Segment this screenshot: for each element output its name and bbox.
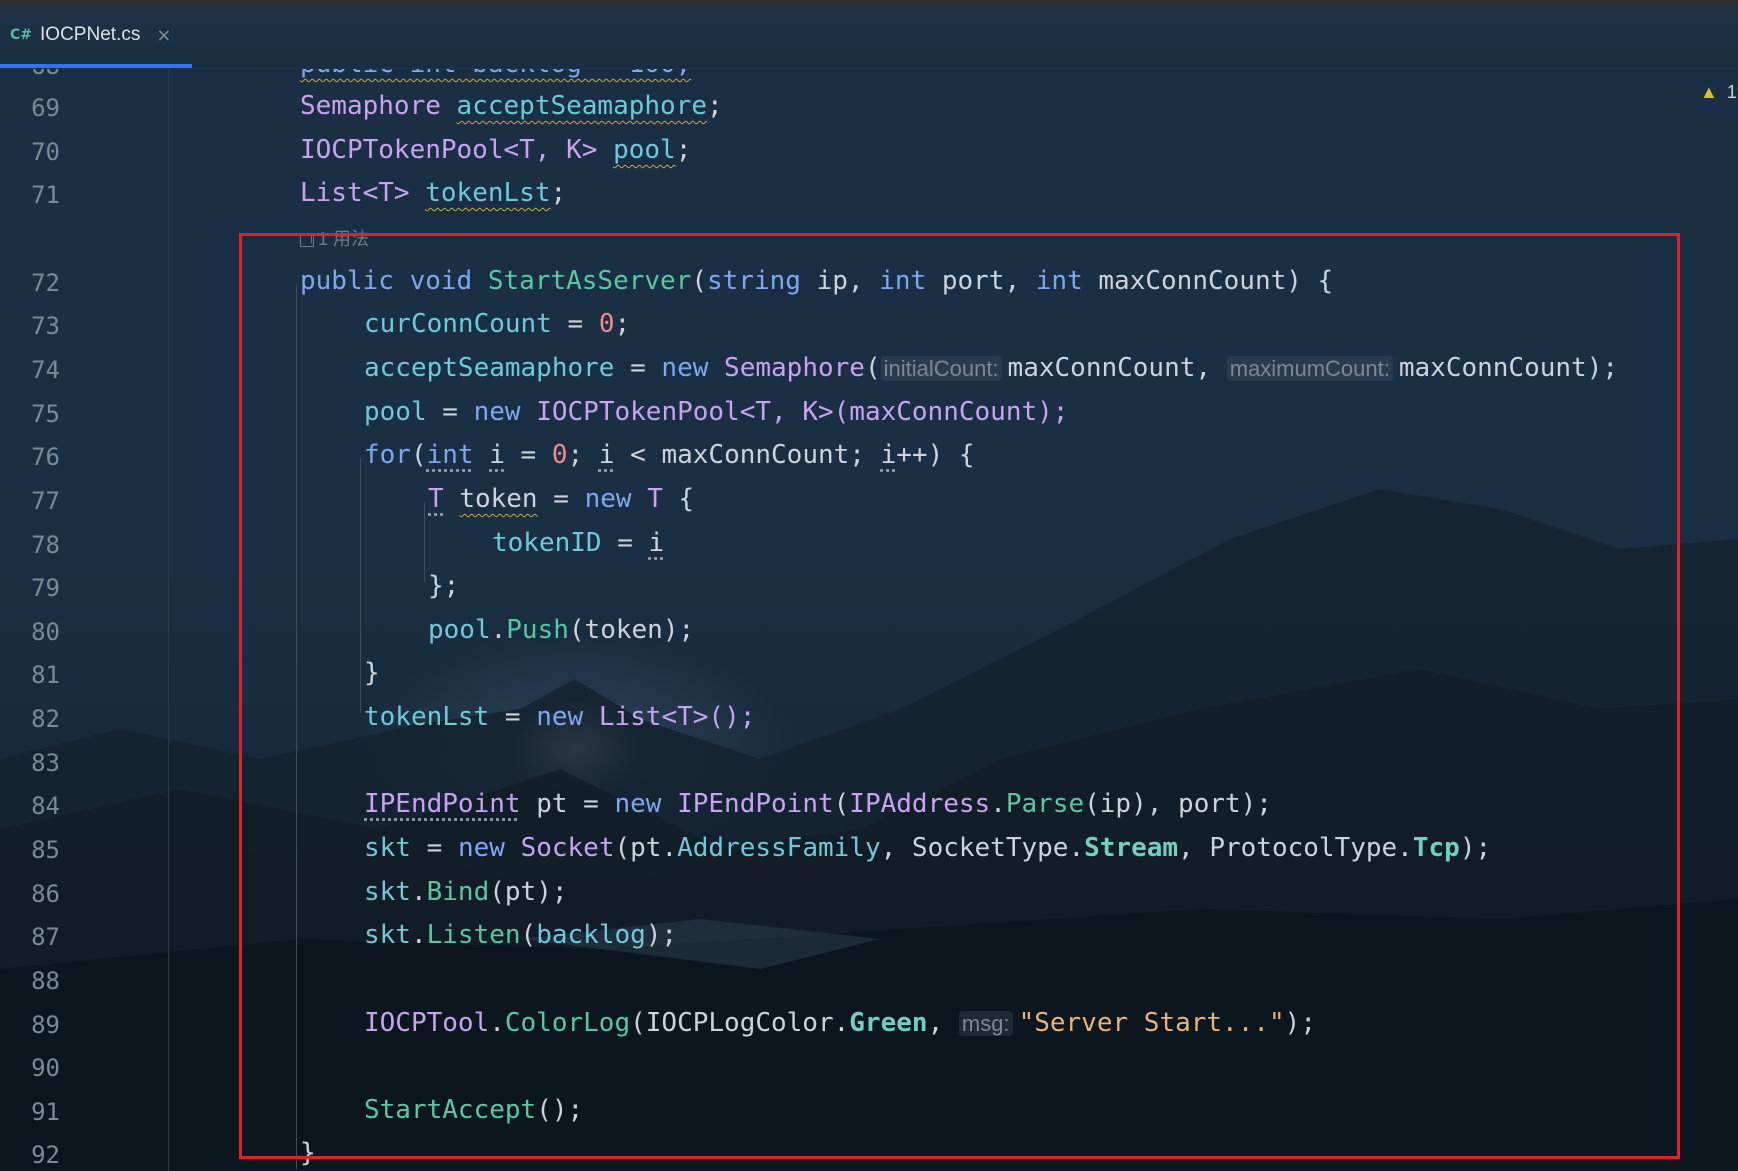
line-number: 79 [31,574,60,602]
code-line-68: public int backlog = 100; [300,69,691,86]
code-token: ; [675,135,692,165]
line-number: 80 [31,618,60,646]
warning-count: 19 [1726,82,1738,102]
line-number: 74 [31,356,60,384]
tab-iocpnet-cs[interactable]: C# IOCPNet.cs × [0,6,192,68]
inspection-widget[interactable]: ▲ 19 [1700,77,1738,107]
line-number: 84 [31,792,60,820]
line-number: 68 [0,69,60,88]
line-number: 89 [31,1011,60,1039]
line-number: 92 [31,1141,60,1169]
line-number: 87 [31,923,60,951]
line-number: 82 [31,705,60,733]
code-token: tokenLst [425,178,551,208]
line-number: 85 [31,836,60,864]
line-number: 69 [31,94,60,122]
code-token: pool [613,135,676,165]
code-token: <T, K> [503,135,598,165]
line-number: 81 [31,661,60,689]
line-number: 72 [31,269,60,297]
code-line-69: Semaphore acceptSeamaphore; [300,85,723,128]
code-line-71: List<T> tokenLst; [300,172,566,215]
editor-tab-bar: C# IOCPNet.cs × [0,6,1738,69]
line-number: 78 [31,531,60,559]
tab-file-name: IOCPNet.cs [40,24,141,45]
line-number: 88 [31,967,60,995]
code-token: acceptSeamaphore [456,91,707,121]
highlight-annotation-box [239,233,1680,1159]
code-token: public int backlog = 100; [300,69,691,79]
code-token: ; [550,178,567,208]
code-token: <T> [362,178,410,208]
line-number: 91 [31,1098,60,1126]
line-number: 71 [31,181,60,209]
line-number: 73 [31,312,60,340]
line-number: 70 [31,138,60,166]
code-token: IOCPTokenPool [300,135,504,165]
line-number: 83 [31,749,60,777]
code-token: ; [707,91,723,121]
close-icon[interactable]: × [156,25,171,46]
code-line-70: IOCPTokenPool<T, K> pool; [300,129,691,172]
line-number: 77 [31,487,60,515]
warning-triangle-icon: ▲ [1700,82,1718,102]
code-editor[interactable]: ▲ 19 68 69 70 71 72 73 74 75 76 77 78 79… [0,69,1738,1171]
csharp-file-icon: C# [10,27,33,43]
line-number: 86 [31,880,60,908]
code-token: List [300,178,363,208]
line-number: 75 [31,400,60,428]
line-number: 90 [31,1054,60,1082]
line-number: 76 [31,443,60,471]
code-token: Semaphore [300,91,441,121]
